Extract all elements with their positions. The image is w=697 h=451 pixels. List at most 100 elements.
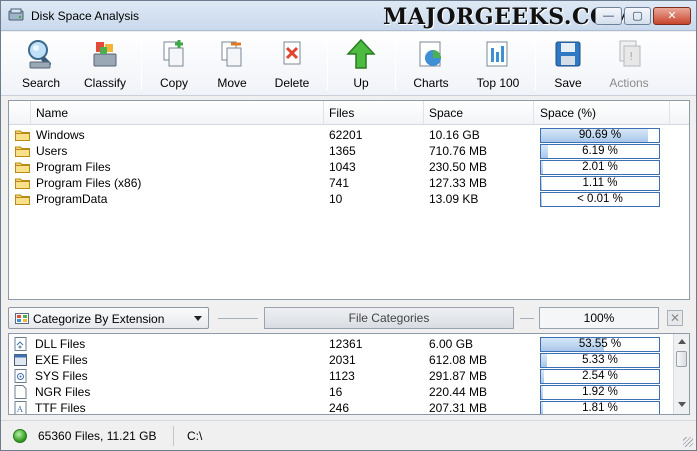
toolbar: Search Classify Copy Move Delete Up Char…: [1, 32, 696, 96]
scroll-down-arrow-icon[interactable]: [678, 402, 686, 407]
close-categories-button[interactable]: ✕: [667, 310, 683, 326]
status-ok-icon: [13, 429, 27, 443]
scroll-thumb[interactable]: [676, 351, 687, 367]
space-percent-bar: 1.81 %: [540, 401, 660, 414]
toolbar-separator: [395, 38, 396, 90]
category-files: 2031: [329, 353, 356, 367]
window-title: Disk Space Analysis: [31, 9, 140, 23]
pie-chart-icon: [419, 41, 441, 67]
top100-button[interactable]: Top 100: [467, 34, 529, 94]
folder-row[interactable]: Program Files 1043 230.50 MB 2.01 %: [9, 159, 689, 175]
maximize-button[interactable]: ▢: [624, 7, 651, 25]
folder-space: 230.50 MB: [429, 160, 488, 174]
svg-text:!: !: [629, 50, 633, 63]
delete-button[interactable]: Delete: [263, 34, 321, 94]
folder-row[interactable]: Users 1365 710.76 MB 6.19 %: [9, 143, 689, 159]
space-percent-label: < 0.01 %: [577, 193, 623, 205]
folder-list[interactable]: Name Files Space Space (%) Windows 62201…: [8, 100, 690, 300]
move-label: Move: [217, 76, 247, 90]
status-summary: 65360 Files, 11.21 GB: [38, 429, 157, 443]
blank-file-icon: [14, 385, 27, 399]
category-row[interactable]: EXE Files 2031 612.08 MB 5.33 %: [9, 352, 673, 368]
space-percent-bar: 2.54 %: [540, 369, 660, 384]
search-button[interactable]: Search: [11, 34, 71, 94]
exe-file-icon: [14, 354, 27, 366]
category-space: 220.44 MB: [429, 385, 488, 399]
folder-files: 62201: [329, 128, 363, 142]
folder-row[interactable]: ProgramData 10 13.09 KB < 0.01 %: [9, 191, 689, 207]
folder-row[interactable]: Program Files (x86) 741 127.33 MB 1.11 %: [9, 175, 689, 191]
space-percent-label: 6.19 %: [582, 145, 618, 157]
save-button[interactable]: Save: [541, 34, 595, 94]
column-header-name[interactable]: Name: [36, 106, 68, 120]
folder-files: 1365: [329, 144, 356, 158]
top100-icon: [486, 41, 508, 67]
close-button[interactable]: ✕: [653, 7, 691, 25]
minimize-button[interactable]: —: [595, 7, 622, 25]
save-label: Save: [554, 76, 582, 90]
chevron-down-icon: [194, 316, 202, 321]
category-files: 12361: [329, 337, 363, 351]
dll-file-icon: [14, 337, 27, 351]
category-files: 246: [329, 401, 350, 415]
copy-button[interactable]: Copy: [147, 34, 201, 94]
classify-icon: [93, 42, 117, 67]
title-bar: Disk Space Analysis MAJORGEEKS.COM — ▢ ✕: [1, 1, 696, 31]
space-percent-bar: 1.11 %: [540, 176, 660, 191]
classify-button[interactable]: Classify: [75, 34, 135, 94]
folder-name: Program Files: [36, 160, 111, 174]
folder-icon: [15, 178, 30, 189]
folder-icon: [15, 130, 30, 141]
space-percent-bar: 90.69 %: [540, 128, 660, 143]
categorize-dropdown[interactable]: Categorize By Extension: [8, 307, 209, 329]
column-header-files[interactable]: Files: [329, 106, 354, 120]
categorize-dropdown-value: Categorize By Extension: [33, 312, 165, 326]
folder-name: Users: [36, 144, 68, 158]
space-percent-bar: 53.55 %: [540, 337, 660, 352]
column-header-space-pct[interactable]: Space (%): [540, 106, 596, 120]
folder-space: 13.09 KB: [429, 192, 479, 206]
vertical-scrollbar[interactable]: [673, 334, 689, 414]
move-icon: [221, 41, 242, 67]
folder-row[interactable]: Windows 62201 10.16 GB 90.69 %: [9, 127, 689, 143]
actions-icon: !: [619, 40, 641, 67]
font-file-icon: A: [14, 401, 27, 414]
actions-button[interactable]: ! Actions: [599, 34, 659, 94]
app-window: Disk Space Analysis MAJORGEEKS.COM — ▢ ✕…: [0, 0, 697, 451]
up-button[interactable]: Up: [333, 34, 389, 94]
category-row[interactable]: A TTF Files 246 207.31 MB 1.81 %: [9, 400, 673, 415]
column-divider: [323, 101, 324, 125]
category-list[interactable]: DLL Files 12361 6.00 GB 53.55 % EXE File…: [8, 333, 690, 415]
charts-label: Charts: [413, 76, 449, 90]
category-row[interactable]: DLL Files 12361 6.00 GB 53.55 %: [9, 336, 673, 352]
folder-name: Program Files (x86): [36, 176, 142, 190]
category-name: EXE Files: [35, 353, 88, 367]
file-categories-button[interactable]: File Categories: [264, 307, 514, 329]
search-label: Search: [21, 76, 61, 90]
space-percent-label: 2.54 %: [582, 370, 618, 382]
sys-file-icon: [14, 369, 27, 383]
toolbar-separator: [327, 38, 328, 90]
total-percent-box: 100%: [539, 307, 659, 329]
category-row[interactable]: NGR Files 16 220.44 MB 1.92 %: [9, 384, 673, 400]
actions-label: Actions: [609, 76, 649, 90]
charts-button[interactable]: Charts: [401, 34, 461, 94]
top100-label: Top 100: [476, 76, 520, 90]
category-name: NGR Files: [35, 385, 91, 399]
space-percent-label: 5.33 %: [582, 354, 618, 366]
folder-icon: [15, 162, 30, 173]
folder-name: Windows: [36, 128, 85, 142]
copy-label: Copy: [159, 76, 188, 90]
column-divider: [30, 101, 31, 125]
space-percent-label: 2.01 %: [582, 161, 618, 173]
folder-list-header: Name Files Space Space (%): [9, 101, 689, 125]
move-button[interactable]: Move: [205, 34, 259, 94]
category-row[interactable]: SYS Files 1123 291.87 MB 2.54 %: [9, 368, 673, 384]
resize-grip[interactable]: [683, 437, 693, 447]
column-header-space[interactable]: Space: [429, 106, 463, 120]
folder-icon: [15, 146, 30, 157]
space-percent-bar: 1.92 %: [540, 385, 660, 400]
category-space: 6.00 GB: [429, 337, 474, 351]
scroll-up-arrow-icon[interactable]: [678, 339, 686, 344]
toolbar-separator: [141, 38, 142, 90]
